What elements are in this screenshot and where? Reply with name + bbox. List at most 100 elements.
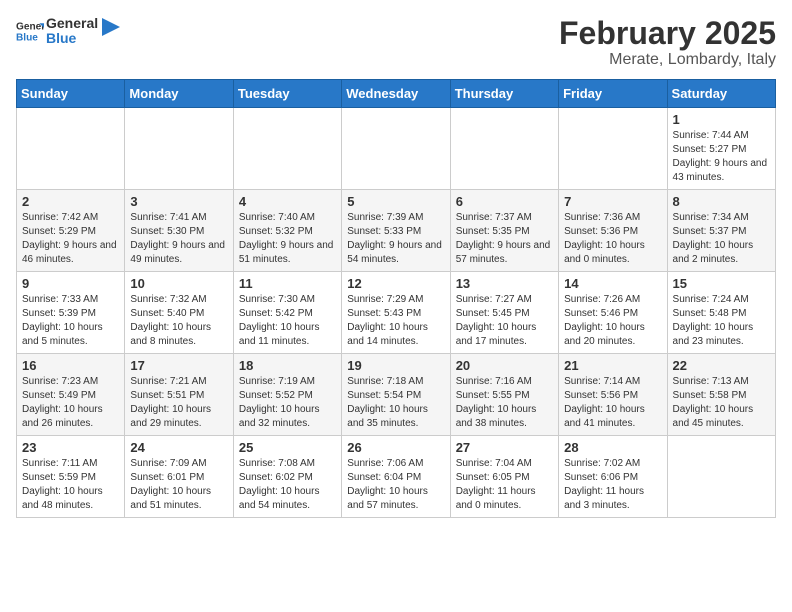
calendar-day-cell: 19 Sunrise: 7:18 AM Sunset: 5:54 PM Dayli… <box>342 354 450 436</box>
day-info: Sunrise: 7:39 AM Sunset: 5:33 PM Dayligh… <box>347 211 444 267</box>
day-number: 13 <box>456 276 553 291</box>
calendar-day-cell: 1Sunrise: 7:44 AM Sunset: 5:27 PM Daylig… <box>667 108 775 190</box>
calendar-day-header: Thursday <box>450 80 558 108</box>
day-number: 17 <box>130 358 227 373</box>
calendar-day-cell: 26Sunrise: 7:06 AM Sunset: 6:04 PM Dayli… <box>342 436 450 518</box>
day-info: Sunrise: 7:37 AM Sunset: 5:35 PM Dayligh… <box>456 211 553 267</box>
calendar-day-cell: 6 Sunrise: 7:37 AM Sunset: 5:35 PM Daylig… <box>450 190 558 272</box>
calendar-day-cell: 7 Sunrise: 7:36 AM Sunset: 5:36 PM Daylig… <box>559 190 667 272</box>
calendar-day-cell: 23 Sunrise: 7:11 AM Sunset: 5:59 PM Dayli… <box>17 436 125 518</box>
day-number: 20 <box>456 358 553 373</box>
calendar-week-row: 23 Sunrise: 7:11 AM Sunset: 5:59 PM Dayli… <box>17 436 776 518</box>
calendar-day-header: Tuesday <box>233 80 341 108</box>
calendar-day-header: Wednesday <box>342 80 450 108</box>
day-number: 19 <box>347 358 444 373</box>
calendar-day-cell: 2 Sunrise: 7:42 AM Sunset: 5:29 PM Daylig… <box>17 190 125 272</box>
calendar-day-cell: 3 Sunrise: 7:41 AM Sunset: 5:30 PM Daylig… <box>125 190 233 272</box>
calendar-day-cell: 9Sunrise: 7:33 AM Sunset: 5:39 PM Daylig… <box>17 272 125 354</box>
day-info: Sunrise: 7:18 AM Sunset: 5:54 PM Dayligh… <box>347 375 444 431</box>
day-number: 22 <box>673 358 770 373</box>
day-info: Sunrise: 7:42 AM Sunset: 5:29 PM Dayligh… <box>22 211 119 267</box>
day-number: 10 <box>130 276 227 291</box>
day-number: 2 <box>22 194 119 209</box>
calendar-day-cell <box>450 108 558 190</box>
calendar-day-cell: 27 Sunrise: 7:04 AM Sunset: 6:05 PM Dayli… <box>450 436 558 518</box>
location-subtitle: Merate, Lombardy, Italy <box>559 51 776 69</box>
calendar-week-row: 16 Sunrise: 7:23 AM Sunset: 5:49 PM Dayli… <box>17 354 776 436</box>
calendar-day-cell: 14 Sunrise: 7:26 AM Sunset: 5:46 PM Dayli… <box>559 272 667 354</box>
calendar-day-cell: 17 Sunrise: 7:21 AM Sunset: 5:51 PM Dayli… <box>125 354 233 436</box>
day-info: Sunrise: 7:16 AM Sunset: 5:55 PM Dayligh… <box>456 375 553 431</box>
day-number: 8 <box>673 194 770 209</box>
calendar-day-cell: 21Sunrise: 7:14 AM Sunset: 5:56 PM Dayli… <box>559 354 667 436</box>
svg-text:General: General <box>16 22 44 33</box>
calendar-day-cell <box>342 108 450 190</box>
day-number: 3 <box>130 194 227 209</box>
month-year-title: February 2025 <box>559 16 776 51</box>
day-info: Sunrise: 7:44 AM Sunset: 5:27 PM Dayligh… <box>673 129 770 185</box>
calendar-day-cell: 16 Sunrise: 7:23 AM Sunset: 5:49 PM Dayli… <box>17 354 125 436</box>
day-info: Sunrise: 7:19 AM Sunset: 5:52 PM Dayligh… <box>239 375 336 431</box>
day-info: Sunrise: 7:06 AM Sunset: 6:04 PM Dayligh… <box>347 457 444 513</box>
day-info: Sunrise: 7:27 AM Sunset: 5:45 PM Dayligh… <box>456 293 553 349</box>
calendar-day-cell: 15 Sunrise: 7:24 AM Sunset: 5:48 PM Dayli… <box>667 272 775 354</box>
day-info: Sunrise: 7:26 AM Sunset: 5:46 PM Dayligh… <box>564 293 661 349</box>
title-block: February 2025 Merate, Lombardy, Italy <box>559 16 776 69</box>
day-number: 14 <box>564 276 661 291</box>
logo-icon: General Blue <box>16 17 44 45</box>
calendar-day-cell: 11 Sunrise: 7:30 AM Sunset: 5:42 PM Dayli… <box>233 272 341 354</box>
day-info: Sunrise: 7:29 AM Sunset: 5:43 PM Dayligh… <box>347 293 444 349</box>
day-number: 23 <box>22 440 119 455</box>
calendar-day-cell: 28Sunrise: 7:02 AM Sunset: 6:06 PM Dayli… <box>559 436 667 518</box>
calendar-day-header: Friday <box>559 80 667 108</box>
day-info: Sunrise: 7:41 AM Sunset: 5:30 PM Dayligh… <box>130 211 227 267</box>
calendar-day-cell <box>125 108 233 190</box>
calendar-day-cell: 18Sunrise: 7:19 AM Sunset: 5:52 PM Dayli… <box>233 354 341 436</box>
day-info: Sunrise: 7:08 AM Sunset: 6:02 PM Dayligh… <box>239 457 336 513</box>
calendar-day-cell: 5 Sunrise: 7:39 AM Sunset: 5:33 PM Daylig… <box>342 190 450 272</box>
calendar-week-row: 2 Sunrise: 7:42 AM Sunset: 5:29 PM Daylig… <box>17 190 776 272</box>
day-info: Sunrise: 7:14 AM Sunset: 5:56 PM Dayligh… <box>564 375 661 431</box>
logo-general: General <box>46 16 98 31</box>
calendar-day-cell <box>667 436 775 518</box>
svg-text:Blue: Blue <box>16 33 38 44</box>
day-number: 16 <box>22 358 119 373</box>
day-info: Sunrise: 7:13 AM Sunset: 5:58 PM Dayligh… <box>673 375 770 431</box>
header: General Blue General Blue February 2025 … <box>16 16 776 69</box>
day-info: Sunrise: 7:02 AM Sunset: 6:06 PM Dayligh… <box>564 457 661 513</box>
calendar-table: SundayMondayTuesdayWednesdayThursdayFrid… <box>16 79 776 518</box>
day-number: 6 <box>456 194 553 209</box>
calendar-day-cell: 22 Sunrise: 7:13 AM Sunset: 5:58 PM Dayli… <box>667 354 775 436</box>
calendar-day-header: Monday <box>125 80 233 108</box>
day-info: Sunrise: 7:24 AM Sunset: 5:48 PM Dayligh… <box>673 293 770 349</box>
calendar-day-cell: 4 Sunrise: 7:40 AM Sunset: 5:32 PM Daylig… <box>233 190 341 272</box>
day-number: 7 <box>564 194 661 209</box>
calendar-day-cell: 25 Sunrise: 7:08 AM Sunset: 6:02 PM Dayli… <box>233 436 341 518</box>
day-number: 15 <box>673 276 770 291</box>
day-number: 27 <box>456 440 553 455</box>
page: General Blue General Blue February 2025 … <box>0 0 792 528</box>
day-info: Sunrise: 7:36 AM Sunset: 5:36 PM Dayligh… <box>564 211 661 267</box>
calendar-week-row: 9Sunrise: 7:33 AM Sunset: 5:39 PM Daylig… <box>17 272 776 354</box>
day-info: Sunrise: 7:23 AM Sunset: 5:49 PM Dayligh… <box>22 375 119 431</box>
day-number: 5 <box>347 194 444 209</box>
day-info: Sunrise: 7:40 AM Sunset: 5:32 PM Dayligh… <box>239 211 336 267</box>
day-number: 25 <box>239 440 336 455</box>
day-number: 24 <box>130 440 227 455</box>
day-number: 11 <box>239 276 336 291</box>
calendar-day-cell <box>233 108 341 190</box>
day-info: Sunrise: 7:32 AM Sunset: 5:40 PM Dayligh… <box>130 293 227 349</box>
day-info: Sunrise: 7:21 AM Sunset: 5:51 PM Dayligh… <box>130 375 227 431</box>
logo: General Blue General Blue <box>16 16 120 47</box>
day-info: Sunrise: 7:09 AM Sunset: 6:01 PM Dayligh… <box>130 457 227 513</box>
calendar-day-cell <box>559 108 667 190</box>
calendar-day-cell: 13 Sunrise: 7:27 AM Sunset: 5:45 PM Dayli… <box>450 272 558 354</box>
calendar-day-cell <box>17 108 125 190</box>
calendar-week-row: 1Sunrise: 7:44 AM Sunset: 5:27 PM Daylig… <box>17 108 776 190</box>
day-info: Sunrise: 7:04 AM Sunset: 6:05 PM Dayligh… <box>456 457 553 513</box>
logo-chevron-icon <box>102 18 120 36</box>
day-info: Sunrise: 7:30 AM Sunset: 5:42 PM Dayligh… <box>239 293 336 349</box>
calendar-day-cell: 8Sunrise: 7:34 AM Sunset: 5:37 PM Daylig… <box>667 190 775 272</box>
day-number: 4 <box>239 194 336 209</box>
day-info: Sunrise: 7:11 AM Sunset: 5:59 PM Dayligh… <box>22 457 119 513</box>
